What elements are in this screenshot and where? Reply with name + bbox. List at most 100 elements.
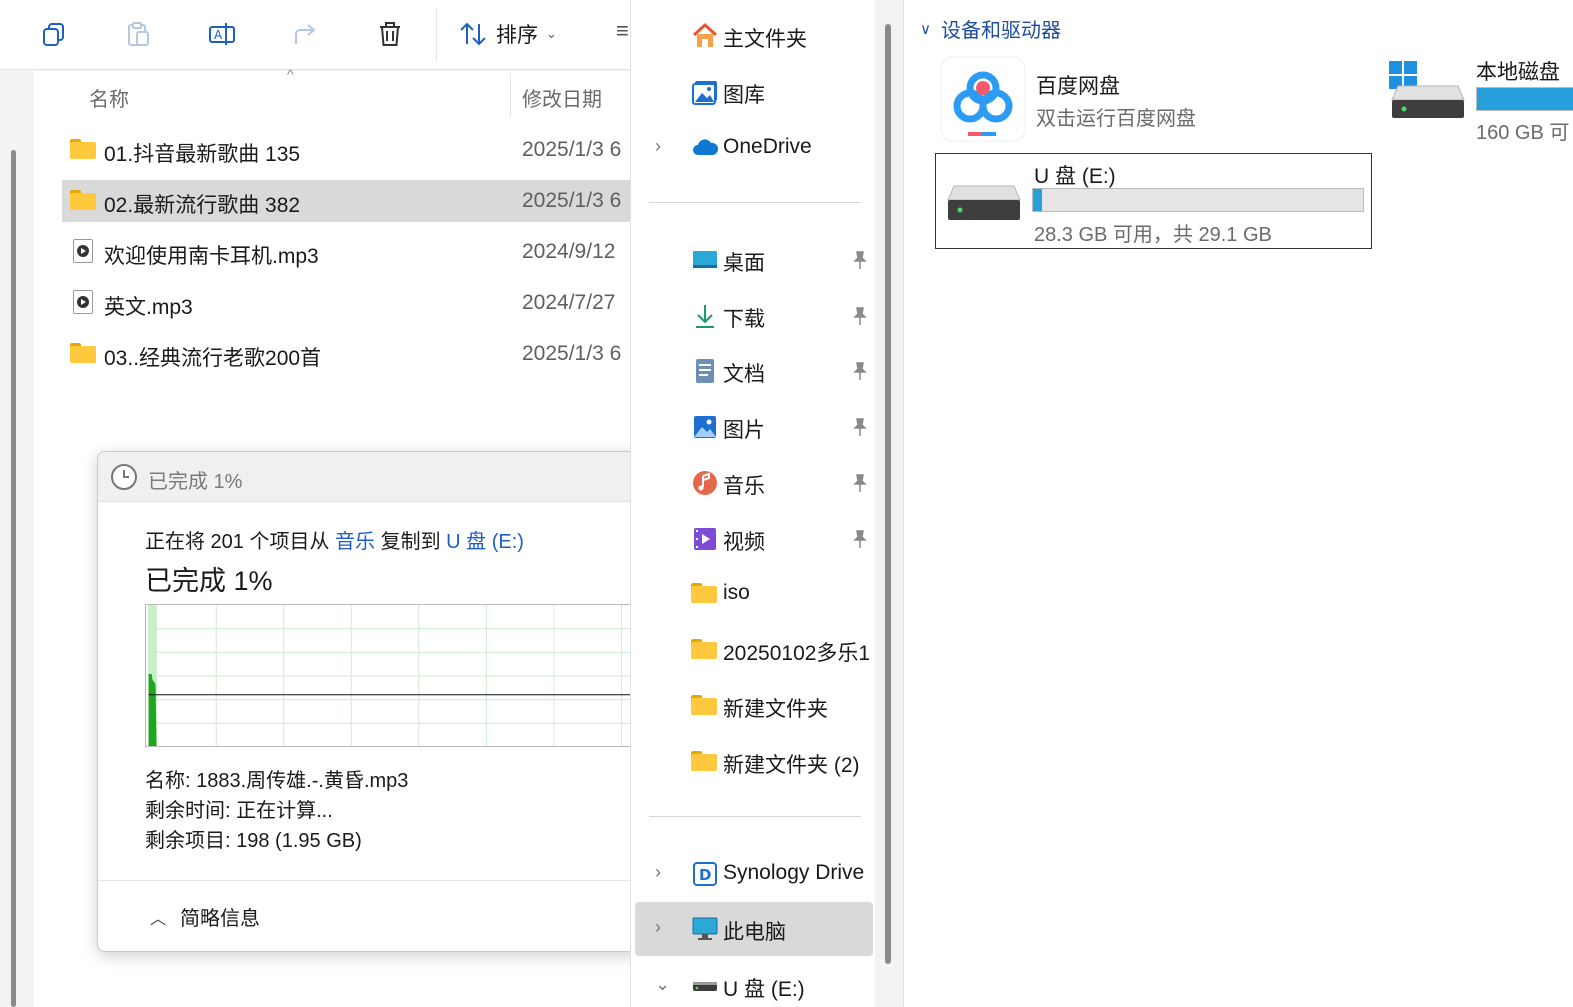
file-modified-date: 2024/9/12 <box>522 240 616 263</box>
copy-progress-dialog: 已完成 1% 正在将 201 个项目从 音乐 复制到 U 盘 (E:) 已完成 … <box>97 451 630 952</box>
file-row[interactable]: 02.最新流行歌曲 382 2025/1/3 6 <box>62 180 630 222</box>
pin-icon[interactable] <box>851 306 869 326</box>
items-remaining-value: 198 (1.95 GB) <box>236 830 362 852</box>
file-row[interactable]: 英文.mp3 2024/7/27 <box>62 282 630 324</box>
pin-icon[interactable] <box>851 250 869 270</box>
pin-icon[interactable] <box>851 529 869 549</box>
chevron-right-icon[interactable]: › <box>655 136 661 157</box>
file-row[interactable]: 01.抖音最新歌曲 135 2025/1/3 6 <box>62 129 630 171</box>
drive-tile-local-disk[interactable]: 本地磁盘 160 GB 可 <box>1388 56 1573 152</box>
nav-label-folder-20250102: 20250102多乐1 <box>723 642 871 665</box>
view-menu-icon[interactable]: ≡ <box>616 18 629 44</box>
file-row[interactable]: 03..经典流行老歌200首 2025/1/3 6 <box>62 333 630 375</box>
sort-ascending-icon: ^ <box>287 66 294 82</box>
pictures-icon <box>694 416 716 438</box>
audio-file-icon <box>73 290 99 314</box>
nav-label-this-pc: 此电脑 <box>723 921 786 944</box>
chevron-right-icon[interactable]: › <box>655 917 661 938</box>
desktop-icon <box>693 251 717 268</box>
nav-item-usb-drive[interactable]: ⌄ U 盘 (E:) <box>635 962 873 1007</box>
column-divider[interactable] <box>510 73 511 117</box>
folder-icon <box>691 636 719 664</box>
sort-button[interactable]: 排序 ⌄ <box>458 14 557 54</box>
onedrive-cloud-icon <box>693 139 719 155</box>
synology-drive-icon: D <box>693 862 717 886</box>
rename-button[interactable]: A <box>198 12 246 56</box>
nav-item-gallery[interactable]: 图库 <box>635 68 873 116</box>
nav-item-new-folder[interactable]: 新建文件夹 <box>635 682 873 730</box>
current-file-name: 1883.周传雄.-.黄昏.mp3 <box>196 770 409 792</box>
document-icon <box>696 359 714 383</box>
source-link[interactable]: 音乐 <box>335 531 375 553</box>
pin-icon[interactable] <box>851 361 869 381</box>
paste-button[interactable] <box>114 12 162 56</box>
fewer-details-button[interactable]: ︿ 简略信息 <box>150 902 260 931</box>
section-header-devices[interactable]: ∨ 设备和驱动器 <box>920 14 1061 43</box>
rename-icon: A <box>209 23 235 45</box>
nav-item-music[interactable]: 音乐 <box>635 459 873 507</box>
baidu-title: 百度网盘 <box>1036 75 1120 98</box>
navigation-pane: 主文件夹 图库 › OneDrive 桌面 下载 文档 图片 音乐 视频 iso… <box>630 0 905 1007</box>
section-title: 设备和驱动器 <box>940 20 1061 42</box>
speed-trace <box>148 674 157 746</box>
chevron-down-icon[interactable]: ⌄ <box>655 974 670 995</box>
nav-item-downloads[interactable]: 下载 <box>635 292 873 340</box>
share-icon <box>295 24 316 44</box>
nav-divider <box>649 816 861 817</box>
nav-item-folder-20250102[interactable]: 20250102多乐1 <box>635 626 873 674</box>
nav-label-synology-drive: Synology Drive <box>723 861 865 884</box>
file-list-scrollbar[interactable] <box>11 150 16 1007</box>
nav-label-onedrive: OneDrive <box>723 135 812 158</box>
nav-item-home[interactable]: 主文件夹 <box>635 12 873 60</box>
dialog-titlebar[interactable]: 已完成 1% <box>98 452 630 502</box>
nav-item-this-pc[interactable]: › 此电脑 <box>635 902 873 956</box>
time-remaining-value: 正在计算... <box>236 800 333 822</box>
clock-icon <box>111 464 137 490</box>
nav-label-iso: iso <box>723 581 750 604</box>
nav-item-videos[interactable]: 视频 <box>635 515 873 563</box>
copy-desc-mid: 复制到 <box>380 531 441 553</box>
percent-complete: 已完成 1% <box>145 566 273 596</box>
column-header-name[interactable]: 名称 <box>89 83 129 112</box>
local-disk-capacity-bar <box>1476 87 1573 111</box>
copy-button[interactable] <box>30 12 78 56</box>
usb-drive-icon <box>693 982 717 991</box>
file-name: 03..经典流行老歌200首 <box>104 347 322 370</box>
nav-label-gallery: 图库 <box>723 84 765 107</box>
file-name: 02.最新流行歌曲 382 <box>104 194 301 217</box>
nav-item-synology-drive[interactable]: › D Synology Drive <box>635 850 873 898</box>
local-disk-capacity-fill <box>1477 88 1573 110</box>
copy-desc-prefix: 正在将 201 个项目从 <box>145 531 330 553</box>
nav-item-new-folder-2[interactable]: 新建文件夹 (2) <box>635 738 873 786</box>
nav-item-desktop[interactable]: 桌面 <box>635 236 873 284</box>
nav-divider <box>649 202 861 203</box>
nav-item-documents[interactable]: 文档 <box>635 347 873 395</box>
command-bar: A 排序 ⌄ ≡ <box>0 0 630 70</box>
chevron-down-icon: ∨ <box>920 20 931 38</box>
file-modified-date: 2024/7/27 <box>522 291 616 314</box>
nav-item-iso[interactable]: iso <box>635 570 873 618</box>
pin-icon[interactable] <box>851 473 869 493</box>
hard-drive-icon <box>1391 85 1465 118</box>
share-button[interactable] <box>282 12 330 56</box>
pin-icon[interactable] <box>851 417 869 437</box>
destination-link[interactable]: U 盘 (E:) <box>446 531 524 553</box>
file-explorer-window: A 排序 ⌄ ≡ 名称 修改日期 ^ 01.抖音最新歌曲 135 2025/1/… <box>0 0 630 1007</box>
file-modified-date: 2025/1/3 6 <box>522 189 622 212</box>
nav-label-documents: 文档 <box>723 363 765 386</box>
drive-tile-baidu[interactable]: 百度网盘 双击运行百度网盘 <box>940 56 1360 144</box>
gallery-icon <box>692 81 717 105</box>
home-icon <box>692 22 718 47</box>
column-header-date[interactable]: 修改日期 <box>522 83 602 112</box>
svg-text:A: A <box>214 28 223 42</box>
paste-icon <box>128 22 149 46</box>
audio-file-icon <box>73 239 99 263</box>
file-row[interactable]: 欢迎使用南卡耳机.mp3 2024/9/12 <box>62 231 630 273</box>
delete-button[interactable] <box>366 12 414 56</box>
chevron-right-icon[interactable]: › <box>655 862 661 883</box>
folder-icon <box>691 748 719 776</box>
nav-item-pictures[interactable]: 图片 <box>635 403 873 451</box>
nav-scrollbar[interactable] <box>885 24 891 964</box>
nav-item-onedrive[interactable]: › OneDrive <box>635 124 873 172</box>
drive-tile-usb[interactable]: U 盘 (E:) 28.3 GB 可用，共 29.1 GB <box>935 153 1372 249</box>
